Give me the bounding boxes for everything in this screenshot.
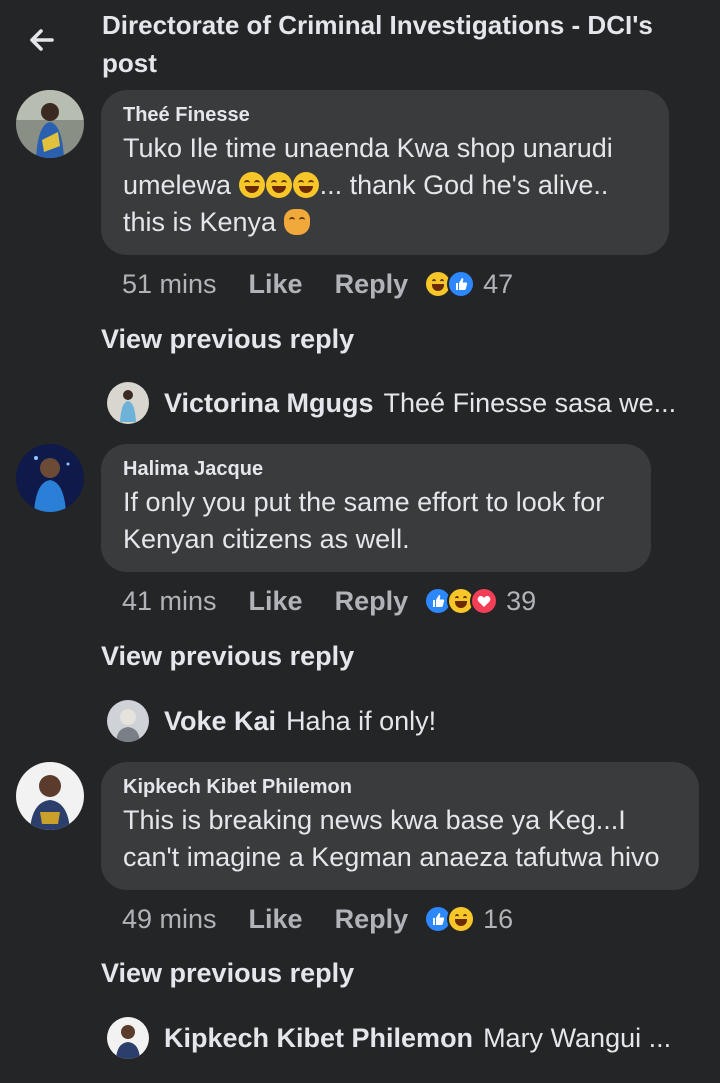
comment-meta: 51 mins Like Reply 47 — [122, 264, 513, 304]
rofl-emoji-icon — [238, 172, 265, 198]
comment-time[interactable]: 51 mins — [122, 269, 217, 300]
top-bar: Directorate of Criminal Investigations -… — [0, 0, 720, 84]
avatar[interactable] — [107, 1017, 149, 1059]
comment-time[interactable]: 49 mins — [122, 904, 217, 935]
love-reaction-icon — [470, 587, 499, 615]
reaction-count: 39 — [506, 585, 537, 616]
reply-text: Haha if only! — [286, 705, 437, 736]
reply-button[interactable]: Reply — [335, 269, 409, 300]
post-title: Directorate of Criminal Investigations -… — [102, 10, 653, 78]
comment-time[interactable]: 41 mins — [122, 586, 217, 617]
comment-bubble[interactable]: Halima Jacque If only you put the same e… — [101, 444, 651, 572]
reply-button[interactable]: Reply — [335, 904, 409, 935]
reply-author[interactable]: Kipkech Kibet Philemon — [164, 1023, 473, 1054]
reply-author[interactable]: Victorina Mgugs — [164, 388, 374, 419]
comment-text: Tuko Ile time unaenda Kwa shop unarudi u… — [123, 130, 647, 241]
reply-text: Mary Wangui ... — [483, 1022, 672, 1053]
comment-bubble[interactable]: Kipkech Kibet Philemon This is breaking … — [101, 762, 699, 890]
reaction-count: 16 — [483, 903, 514, 934]
comment-text: This is breaking news kwa base ya Keg...… — [123, 805, 660, 872]
reply-preview[interactable]: Kipkech Kibet Philemon Mary Wangui ... — [164, 1017, 671, 1059]
reply-author[interactable]: Voke Kai — [164, 706, 276, 737]
comment-author[interactable]: Theé Finesse — [123, 102, 647, 128]
reaction-count: 47 — [483, 268, 514, 299]
view-previous-reply-link[interactable]: View previous reply — [101, 958, 354, 989]
rofl-emoji-icon — [292, 172, 319, 198]
reactions-summary[interactable] — [424, 587, 499, 615]
avatar[interactable] — [107, 700, 149, 742]
comment-text: If only you put the same effort to look … — [123, 487, 605, 554]
comment-bubble[interactable]: Theé Finesse Tuko Ile time unaenda Kwa s… — [101, 90, 669, 255]
like-button[interactable]: Like — [249, 269, 303, 300]
view-previous-reply-link[interactable]: View previous reply — [101, 641, 354, 672]
back-button[interactable] — [22, 20, 62, 60]
arrow-left-icon — [30, 29, 54, 51]
avatar[interactable] — [107, 382, 149, 424]
reply-button[interactable]: Reply — [335, 586, 409, 617]
rofl-emoji-icon — [265, 172, 292, 198]
avatar[interactable] — [16, 90, 84, 158]
facepalm-emoji-icon — [283, 209, 310, 235]
like-button[interactable]: Like — [249, 904, 303, 935]
view-previous-reply-link[interactable]: View previous reply — [101, 324, 354, 355]
like-button[interactable]: Like — [249, 586, 303, 617]
reactions-summary[interactable] — [424, 905, 476, 933]
avatar[interactable] — [16, 444, 84, 512]
reactions-summary[interactable] — [424, 270, 476, 298]
comment-author[interactable]: Halima Jacque — [123, 456, 629, 482]
comments-screen: Directorate of Criminal Investigations -… — [0, 0, 720, 1083]
comment-meta: 49 mins Like Reply 16 — [122, 899, 513, 939]
haha-reaction-icon — [447, 905, 476, 933]
reply-preview[interactable]: Victorina Mgugs Theé Finesse sasa we... — [164, 382, 676, 424]
comment-meta: 41 mins Like Reply 39 — [122, 581, 536, 621]
like-reaction-icon — [447, 270, 476, 298]
reply-text: Theé Finesse sasa we... — [383, 387, 677, 418]
avatar[interactable] — [16, 762, 84, 830]
reply-preview[interactable]: Voke Kai Haha if only! — [164, 700, 436, 742]
comment-author[interactable]: Kipkech Kibet Philemon — [123, 774, 677, 800]
